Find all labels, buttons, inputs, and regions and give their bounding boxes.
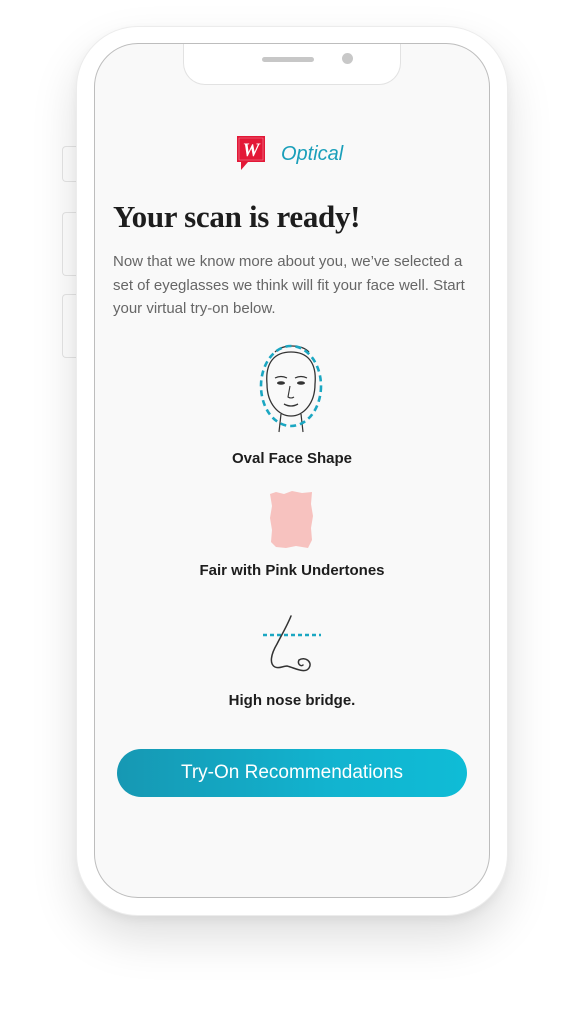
volume-up-button [62, 212, 76, 276]
intro-text: Now that we know more about you, we’ve s… [113, 253, 465, 317]
nose-profile-icon [261, 614, 323, 678]
volume-down-button [62, 294, 76, 358]
page-title: Your scan is ready! [113, 199, 361, 234]
skin-tone-label: Fair with Pink Undertones [199, 562, 385, 579]
face-outline-icon [253, 342, 329, 438]
front-camera [342, 53, 353, 64]
walgreens-logo-icon: W [235, 134, 269, 174]
try-on-recommendations-button[interactable]: Try-On Recommendations [117, 749, 467, 797]
phone-screen: W Optical Your scan is ready! Now that w… [94, 43, 490, 898]
skin-swatch-icon [268, 490, 314, 550]
phone-notch [183, 44, 401, 85]
brand-header: W Optical [235, 134, 343, 174]
nose-bridge-label: High nose bridge. [228, 692, 356, 709]
brand-name: Optical [281, 142, 344, 165]
speaker-grille [262, 57, 314, 62]
phone-side-button [62, 146, 76, 182]
face-shape-label: Oval Face Shape [231, 450, 353, 467]
svg-text:W: W [243, 140, 261, 161]
